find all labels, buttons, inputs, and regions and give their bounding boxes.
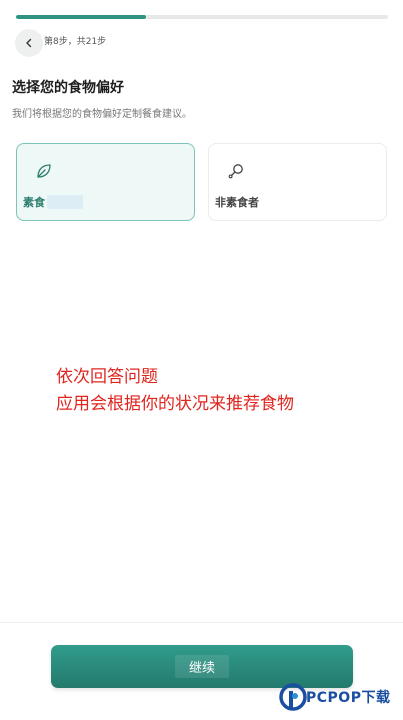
progress-bar (16, 15, 388, 19)
pcpop-logo-icon (279, 683, 307, 711)
step-counter: 第8步，共21步 (44, 37, 107, 47)
chevron-left-icon (26, 38, 32, 48)
page-title: 选择您的食物偏好 (12, 80, 124, 96)
footer-divider (0, 622, 403, 623)
option-label: 素食 (23, 196, 45, 209)
watermark-text: PCPOP下载 (306, 690, 391, 706)
continue-button[interactable]: 继续 (51, 645, 353, 688)
annotation-line-1: 依次回答问题 (56, 367, 158, 387)
continue-label: 继续 (174, 655, 229, 678)
label-highlight (47, 195, 83, 209)
option-label: 非素食者 (215, 196, 259, 209)
option-vegetarian[interactable]: 素食 (16, 143, 195, 221)
back-button[interactable] (15, 29, 43, 57)
annotation-line-2: 应用会根据你的状况来推荐食物 (56, 394, 294, 414)
meat-drumstick-icon (228, 164, 243, 179)
page-subtitle: 我们将根据您的食物偏好定制餐食建议。 (12, 109, 192, 120)
option-non-vegetarian[interactable]: 非素食者 (208, 143, 387, 221)
leaf-icon (37, 164, 51, 178)
progress-bar-fill (16, 15, 147, 19)
watermark-logo: PCPOP下载 (279, 683, 401, 715)
